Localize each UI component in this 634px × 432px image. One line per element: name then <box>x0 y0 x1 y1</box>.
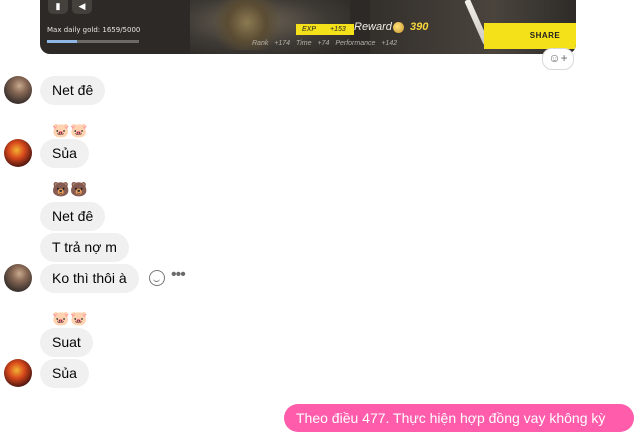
score-breakdown: Rank +174 Time +74 Performance +142 <box>252 40 401 47</box>
pig-reaction: 🐷🐷 <box>52 123 89 139</box>
reward-value: 390 <box>410 21 429 33</box>
performance-label: Performance <box>335 40 376 47</box>
time-value: +74 <box>317 40 330 47</box>
avatar[interactable] <box>4 139 32 167</box>
message-bubble[interactable]: Ko thì thôi à <box>40 264 139 293</box>
message-bubble[interactable]: Net đê <box>40 202 106 231</box>
exp-label: EXP <box>302 26 317 33</box>
game-screenshot-attachment[interactable]: ▮ ◀ Max daily gold: 1659/5000 EXP +153 R… <box>40 0 576 54</box>
message-bubble[interactable]: Sủa <box>40 359 89 388</box>
rank-value: +174 <box>274 40 291 47</box>
more-options-icon[interactable]: ••• <box>171 266 186 284</box>
max-daily-gold-text: Max daily gold: 1659/5000 <box>47 26 141 34</box>
pig-reaction: 🐷🐷 <box>52 311 89 327</box>
share-button[interactable]: SHARE <box>484 23 576 49</box>
avatar[interactable] <box>4 359 32 387</box>
avatar[interactable] <box>4 264 32 292</box>
performance-value: +142 <box>381 40 398 47</box>
avatar[interactable] <box>4 76 32 104</box>
reward-label: Reward <box>354 21 392 33</box>
rank-label: Rank <box>252 40 269 47</box>
add-reaction-icon[interactable]: ☺+ <box>542 48 574 70</box>
message-bubble[interactable]: Suat <box>40 328 93 357</box>
speaker-icon[interactable]: ◀ <box>72 0 92 14</box>
time-label: Time <box>296 40 312 47</box>
mic-icon[interactable]: ▮ <box>48 0 68 14</box>
coin-icon <box>393 22 404 33</box>
message-bubble[interactable]: T trả nợ m <box>40 233 129 262</box>
exp-badge: EXP +153 <box>296 24 354 35</box>
gold-progress-bar <box>47 40 139 43</box>
message-bubble[interactable]: Net đê <box>40 76 106 105</box>
reaction-icon[interactable] <box>149 270 165 286</box>
exp-value: +153 <box>330 26 346 33</box>
message-bubble[interactable]: Sủa <box>40 139 89 168</box>
bear-reaction: 🐻🐻 <box>52 182 89 198</box>
gold-progress-fill <box>47 40 78 43</box>
